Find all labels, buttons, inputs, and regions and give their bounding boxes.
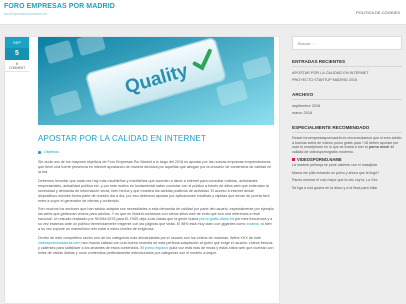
inline-link[interactable]: porno gratis diario hd — [199, 217, 234, 221]
sidebar: Buscar ... ENTRADAS RECIENTES APOSTAR PO… — [292, 36, 402, 304]
date-day: 5 — [5, 48, 29, 60]
keyboard-quality-key-image: Quality — [38, 37, 274, 125]
feed-icon — [292, 158, 295, 162]
recommended-heading: ESPECIALMENTE RECOMENDADO — [292, 125, 402, 133]
inline-link[interactable]: videospornomaduras.com — [38, 241, 80, 245]
post-body: Sin duda uno de los mayores objetivos de… — [38, 160, 274, 259]
top-bar: FORO EMPRESAS POR MADRID foroempresaspor… — [0, 0, 406, 25]
recommended-text: Desde foroempresaspormadrid.es recomenda… — [292, 136, 402, 154]
archive-heading: ARCHIVO — [292, 92, 402, 100]
feed-item-link[interactable]: La madure pelirroja se pone caliente con… — [292, 163, 402, 168]
videosporno-list: La madure pelirroja se pone caliente con… — [292, 163, 402, 190]
folder-icon — [38, 150, 41, 154]
date-month: SEP — [5, 37, 29, 48]
nav-link-cookies[interactable]: POLITICA DE COOKIES — [356, 10, 400, 15]
recent-post-link[interactable]: PROYECTO STARTUP MADRID 2015 — [292, 77, 402, 84]
recent-posts-heading: ENTRADAS RECIENTES — [292, 59, 402, 67]
post-meta: Objetivos — [38, 150, 59, 154]
post-paragraph: Dentro de este competitivo sector uno de… — [38, 236, 274, 256]
blog-post: SEP 5 0 COMMENT Quality APOSTAR POR LA C… — [4, 36, 280, 304]
search-input[interactable]: Buscar ... — [292, 36, 402, 50]
site-title[interactable]: FORO EMPRESAS POR MADRID — [4, 3, 115, 10]
post-title[interactable]: APOSTAR POR LA CALIDAD EN INTERNET — [38, 134, 206, 143]
archive-list: septiembre 2016 marzo 2016 — [292, 103, 402, 116]
feed-item-link[interactable]: Mama me pilla echando un polvo y ahora q… — [292, 171, 402, 176]
videosporno-heading: VIDEOSPORNO.NAME — [292, 157, 402, 162]
post-paragraph: Son muchos los sectores que han sabido a… — [38, 207, 274, 232]
text-run: Dentro de este competitivo sector uno de… — [38, 235, 261, 240]
post-paragraph: Sin duda uno de los mayores objetivos de… — [38, 160, 272, 174]
archive-link[interactable]: marzo 2016 — [292, 110, 402, 117]
inline-link[interactable]: porno espanol — [145, 246, 168, 250]
feed-item-link[interactable]: Se liga a una guarra en la disco y a la … — [292, 186, 402, 191]
inline-link[interactable]: xvideos — [246, 222, 259, 226]
recent-posts-list: APOSTAR POR LA CALIDAD EN INTERNET PROYE… — [292, 70, 402, 83]
feed-item-link[interactable]: Paces menear el culo mejor que la vez vo… — [292, 178, 402, 183]
videosporno-title[interactable]: VIDEOSPORNO.NAME — [297, 157, 342, 162]
recommended-link[interactable]: porno movil — [369, 145, 390, 149]
site-tagline: foroempresaspormadrid.es — [4, 12, 47, 16]
comments-count-link[interactable]: 0 COMMENT — [5, 60, 29, 72]
post-paragraph: Debemos recordar que cada vez hay más ma… — [38, 178, 270, 203]
post-featured-image[interactable]: Quality — [38, 37, 274, 125]
date-badge: SEP 5 0 COMMENT — [5, 37, 29, 72]
post-title-rest: POSTAR POR LA CALIDAD EN INTERNET — [43, 134, 207, 143]
post-category-link[interactable]: Objetivos — [44, 150, 59, 154]
comments-label: COMMENT — [8, 66, 26, 70]
